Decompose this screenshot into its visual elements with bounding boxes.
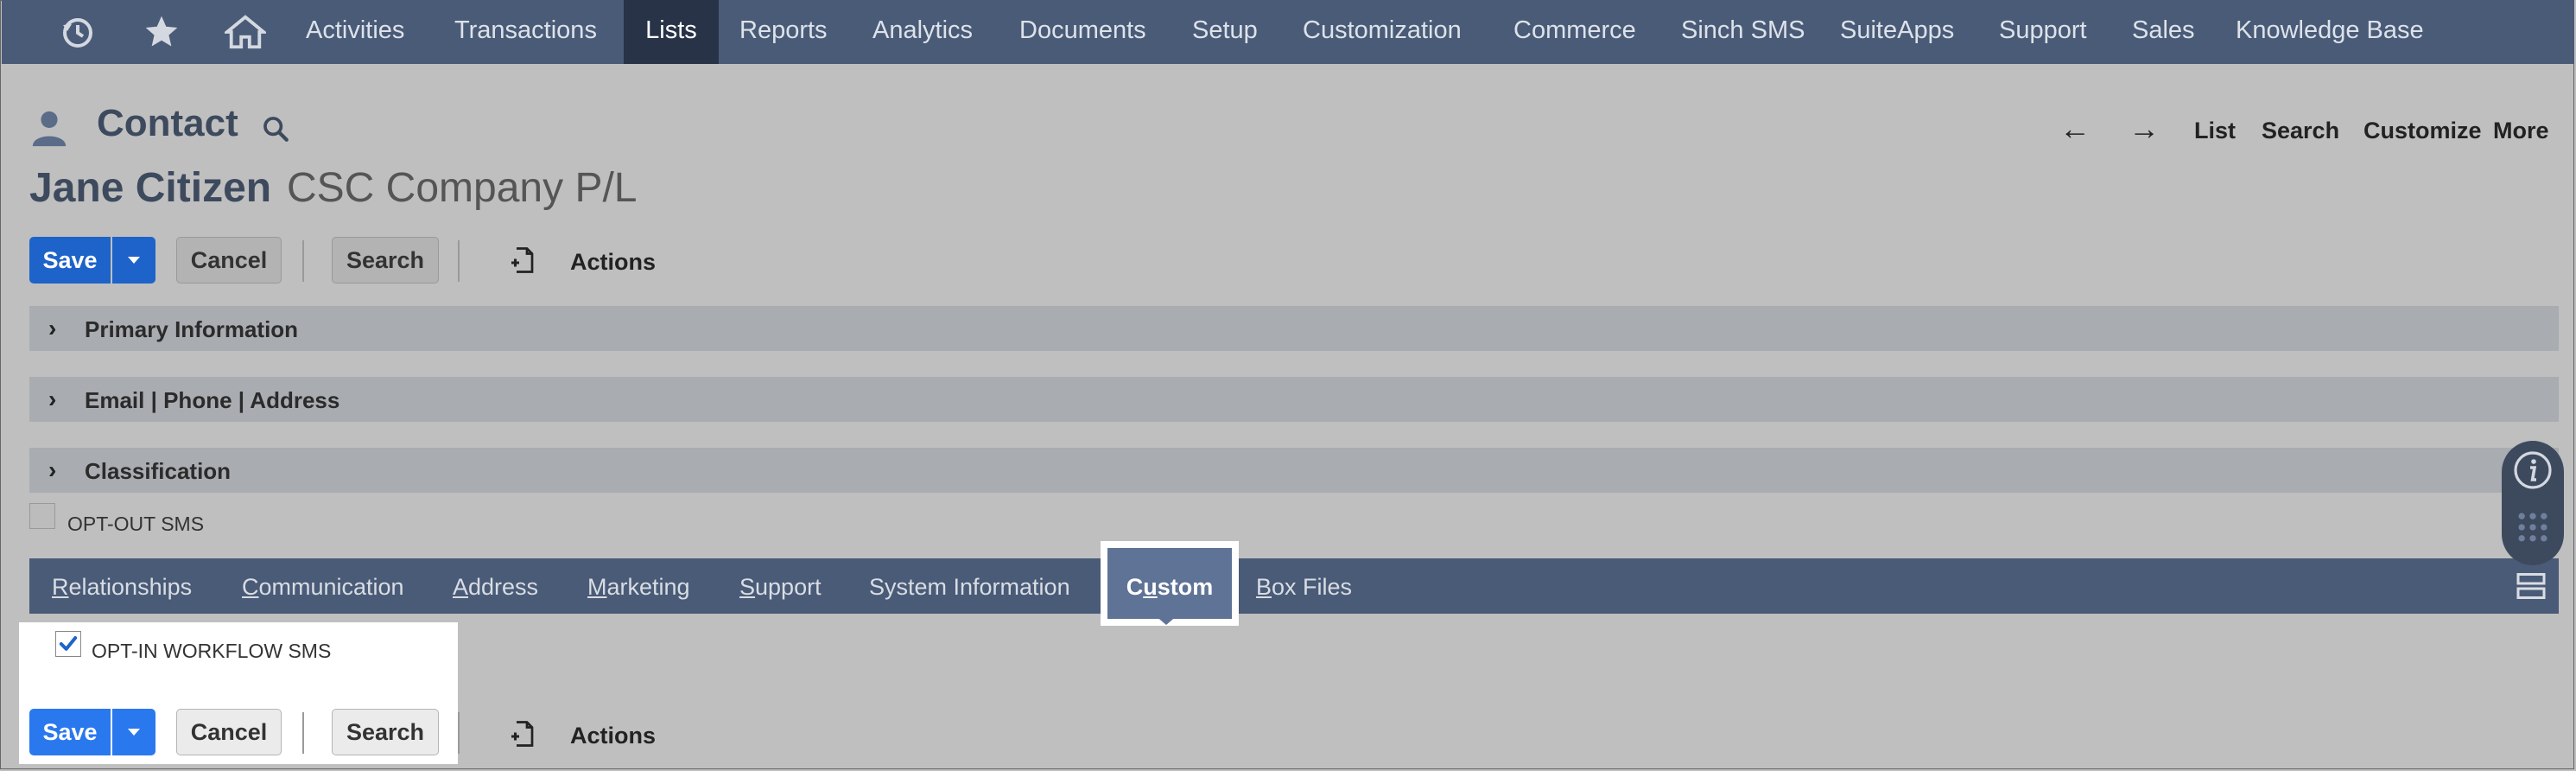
section-label: Primary Information	[85, 316, 299, 342]
top-navigation: Activities Transactions Lists Reports An…	[2, 0, 2574, 64]
tab-box-files[interactable]: Box Files	[1256, 558, 1352, 614]
previous-arrow-icon[interactable]: ←	[2059, 111, 2091, 147]
new-document-icon[interactable]	[506, 717, 537, 755]
help-widget[interactable]	[2502, 441, 2564, 565]
nav-knowledge-base[interactable]: Knowledge Base	[2236, 0, 2424, 64]
subtab-bar: Relationships Communication Address Mark…	[29, 548, 2559, 619]
chevron-right-icon: ›	[48, 315, 57, 341]
apps-grid-icon[interactable]	[2514, 508, 2552, 546]
nav-sales[interactable]: Sales	[2132, 0, 2195, 64]
tab-support[interactable]: Support	[739, 558, 822, 614]
caret-down-icon	[128, 257, 140, 264]
search-button[interactable]: Search	[332, 237, 439, 284]
cancel-button[interactable]: Cancel	[176, 237, 282, 284]
search-icon[interactable]	[261, 114, 290, 148]
record-company: CSC Company P/L	[287, 165, 638, 211]
opt-out-sms-checkbox[interactable]	[29, 503, 55, 529]
tab-marketing[interactable]: Marketing	[587, 558, 690, 614]
contact-icon	[29, 107, 69, 153]
nav-analytics[interactable]: Analytics	[872, 0, 973, 64]
divider	[302, 240, 304, 282]
actions-menu[interactable]: Actions	[570, 249, 656, 276]
divider	[302, 712, 304, 754]
save-dropdown-button-bottom[interactable]	[112, 709, 155, 755]
save-button-bottom[interactable]: Save	[29, 709, 111, 755]
header-link-list[interactable]: List	[2194, 118, 2236, 144]
header-link-search[interactable]: Search	[2262, 118, 2339, 144]
opt-out-sms-label: OPT-OUT SMS	[67, 513, 205, 535]
tab-system-information[interactable]: System Information	[869, 558, 1070, 614]
section-label: Email | Phone | Address	[85, 387, 340, 413]
nav-activities[interactable]: Activities	[306, 0, 404, 64]
home-icon[interactable]	[221, 0, 270, 64]
section-classification[interactable]: › Classification	[29, 448, 2559, 493]
header-link-more[interactable]: More	[2493, 118, 2549, 144]
next-arrow-icon[interactable]: →	[2129, 111, 2160, 147]
save-dropdown-button[interactable]	[112, 237, 155, 284]
recent-icon[interactable]	[54, 0, 102, 64]
nav-lists[interactable]: Lists	[624, 0, 719, 64]
page-title: Contact	[97, 102, 238, 144]
section-label: Classification	[85, 458, 232, 484]
info-icon[interactable]	[2512, 449, 2554, 491]
section-email-phone-address[interactable]: › Email | Phone | Address	[29, 377, 2559, 422]
header-link-customize[interactable]: Customize	[2363, 118, 2482, 144]
nav-support[interactable]: Support	[1999, 0, 2087, 64]
cancel-button-bottom[interactable]: Cancel	[176, 709, 282, 755]
save-button[interactable]: Save	[29, 237, 111, 284]
nav-setup[interactable]: Setup	[1192, 0, 1258, 64]
new-document-icon[interactable]	[506, 244, 537, 281]
hamburger-menu-icon[interactable]	[2516, 570, 2547, 606]
section-primary-information[interactable]: › Primary Information	[29, 306, 2559, 351]
divider	[458, 240, 460, 282]
search-button-bottom[interactable]: Search	[332, 709, 439, 755]
caret-down-icon	[128, 729, 140, 736]
actions-menu-bottom[interactable]: Actions	[570, 723, 656, 749]
checkmark-icon	[59, 636, 78, 651]
nav-customization[interactable]: Customization	[1303, 0, 1462, 64]
chevron-right-icon: ›	[48, 456, 57, 483]
tab-relationships[interactable]: Relationships	[52, 558, 192, 614]
star-icon[interactable]	[140, 0, 183, 64]
divider	[458, 712, 460, 754]
opt-in-workflow-sms-checkbox[interactable]	[55, 631, 81, 657]
tab-communication[interactable]: Communication	[242, 558, 404, 614]
nav-transactions[interactable]: Transactions	[454, 0, 597, 64]
opt-in-workflow-sms-label: OPT-IN WORKFLOW SMS	[92, 640, 332, 662]
nav-reports[interactable]: Reports	[739, 0, 828, 64]
tab-custom[interactable]: Custom	[1107, 548, 1232, 619]
chevron-right-icon: ›	[48, 386, 57, 412]
active-tab-pointer	[1154, 615, 1178, 625]
nav-commerce[interactable]: Commerce	[1513, 0, 1636, 64]
record-name: Jane Citizen	[29, 165, 272, 211]
nav-suiteapps[interactable]: SuiteApps	[1840, 0, 1954, 64]
nav-sinch-sms[interactable]: Sinch SMS	[1681, 0, 1805, 64]
nav-documents[interactable]: Documents	[1019, 0, 1146, 64]
tab-address[interactable]: Address	[453, 558, 538, 614]
